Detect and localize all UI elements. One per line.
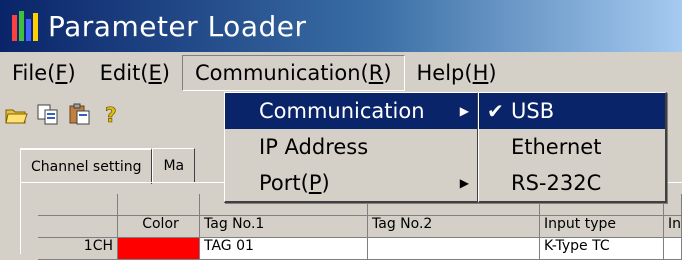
help-icon[interactable]: ? <box>100 102 124 128</box>
open-icon[interactable] <box>4 102 28 126</box>
row-tag2[interactable] <box>368 238 540 260</box>
table-row: 1CH TAG 01 K-Type TC <box>38 238 682 260</box>
svg-text:?: ? <box>105 103 117 126</box>
menu-item-ip-address[interactable]: IP Address <box>225 129 477 165</box>
paste-icon[interactable] <box>68 102 92 126</box>
submenu-item-ethernet[interactable]: Ethernet <box>479 129 665 165</box>
submenu-item-rs232c[interactable]: RS-232C <box>479 165 665 201</box>
menu-help[interactable]: Help(H) <box>405 55 509 91</box>
header-tag2: Tag No.2 <box>368 216 540 238</box>
row-in[interactable] <box>664 238 682 260</box>
row-input-type[interactable]: K-Type TC <box>540 238 664 260</box>
grid-header-row: Color Tag No.1 Tag No.2 Input type In <box>38 216 682 238</box>
row-tag1[interactable]: TAG 01 <box>200 238 368 260</box>
toolbar: ? <box>0 96 132 132</box>
menu-edit[interactable]: Edit(E) <box>88 55 182 91</box>
menu-file[interactable]: File(F) <box>0 55 88 91</box>
menu-item-port[interactable]: Port(P) ▶ <box>225 165 477 201</box>
submenu-arrow-icon: ▶ <box>459 176 469 190</box>
submenu-arrow-icon: ▶ <box>459 104 469 118</box>
header-in: In <box>664 216 682 238</box>
window-title: Parameter Loader <box>48 9 307 43</box>
header-color: Color <box>118 216 200 238</box>
menu-item-communication[interactable]: Communication ▶ <box>225 93 477 129</box>
copy-icon[interactable] <box>36 102 60 126</box>
title-bar: Parameter Loader <box>0 0 682 52</box>
app-icon <box>10 9 40 43</box>
submenu-item-usb[interactable]: ✔ USB <box>479 93 665 129</box>
menu-communication[interactable]: Communication(R) <box>182 55 405 91</box>
communication-submenu: ✔ USB Ethernet RS-232C <box>478 92 667 203</box>
row-channel: 1CH <box>38 238 118 260</box>
tab-ma[interactable]: Ma <box>152 148 196 183</box>
row-color-swatch[interactable] <box>118 238 200 260</box>
header-channel <box>38 216 118 238</box>
header-input-type: Input type <box>540 216 664 238</box>
header-tag1: Tag No.1 <box>200 216 368 238</box>
checkmark-icon: ✔ <box>487 99 504 123</box>
tab-strip: Channel setting Ma <box>20 148 196 184</box>
tab-channel-setting[interactable]: Channel setting <box>20 148 153 184</box>
communication-menu: Communication ▶ IP Address Port(P) ▶ <box>224 92 479 203</box>
menu-bar: File(F) Edit(E) Communication(R) Help(H) <box>0 52 682 94</box>
